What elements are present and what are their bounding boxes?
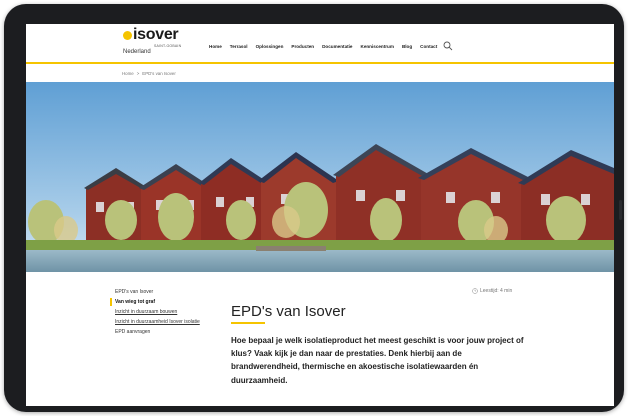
nav-item-contact[interactable]: Contact <box>420 44 437 49</box>
logo-subtext: SAINT-GOBAIN <box>154 44 182 48</box>
side-nav-item-epds-van-isover[interactable]: EPD's van Isover <box>110 289 220 296</box>
logo-text: isover <box>133 26 179 43</box>
article-intro: Hoe bepaal je welk isolatieproduct het m… <box>231 336 524 385</box>
nav-item-documentatie[interactable]: Documentatie <box>322 44 352 49</box>
nav-item-kenniscentrum[interactable]: Kenniscentrum <box>361 44 394 49</box>
nav-item-oplossingen[interactable]: Oplossingen <box>256 44 284 49</box>
nav-item-producten[interactable]: Producten <box>291 44 314 49</box>
breadcrumb-bar: Home > EPD's van Isover <box>26 64 614 82</box>
breadcrumb: Home > EPD's van Isover <box>122 71 176 76</box>
nav-item-home[interactable]: Home <box>209 44 222 49</box>
breadcrumb-home[interactable]: Home <box>122 71 134 76</box>
site-header: isover SAINT-GOBAIN Nederland Home Terra… <box>26 24 614 62</box>
article-title: EPD's van Isover <box>231 303 346 320</box>
title-accent-underline <box>231 322 265 324</box>
read-time-label: Leestijd: 4 min <box>480 288 513 294</box>
search-icon[interactable] <box>443 41 453 51</box>
breadcrumb-current: EPD's van Isover <box>142 71 176 76</box>
tablet-screen: isover SAINT-GOBAIN Nederland Home Terra… <box>26 24 614 406</box>
side-nav: EPD's van Isover Van wieg tot graf Inzic… <box>110 289 220 339</box>
side-nav-item-inzicht-duurzaamheid-isolatie[interactable]: Inzicht in duurzaamheid Isover isolatie <box>110 319 220 326</box>
breadcrumb-separator: > <box>136 71 140 76</box>
site-region: Nederland <box>123 49 151 55</box>
clock-icon <box>472 288 478 294</box>
read-time: Leestijd: 4 min <box>472 288 512 294</box>
side-nav-item-epd-aanvragen[interactable]: EPD aanvragen <box>110 329 220 336</box>
side-nav-item-van-wieg-tot-graf[interactable]: Van wieg tot graf <box>110 298 220 306</box>
main-nav: Home Terrasol Oplossingen Producten Docu… <box>209 41 453 51</box>
side-nav-item-inzicht-duurzaam-bouwen[interactable]: Inzicht in duurzaam bouwen <box>110 309 220 316</box>
tablet-side-button <box>619 200 622 220</box>
logo-mark-icon <box>123 31 132 40</box>
nav-item-terrasol[interactable]: Terrasol <box>230 44 248 49</box>
nav-item-blog[interactable]: Blog <box>402 44 412 49</box>
tablet-frame: isover SAINT-GOBAIN Nederland Home Terra… <box>4 4 624 412</box>
hero-image <box>26 82 614 272</box>
